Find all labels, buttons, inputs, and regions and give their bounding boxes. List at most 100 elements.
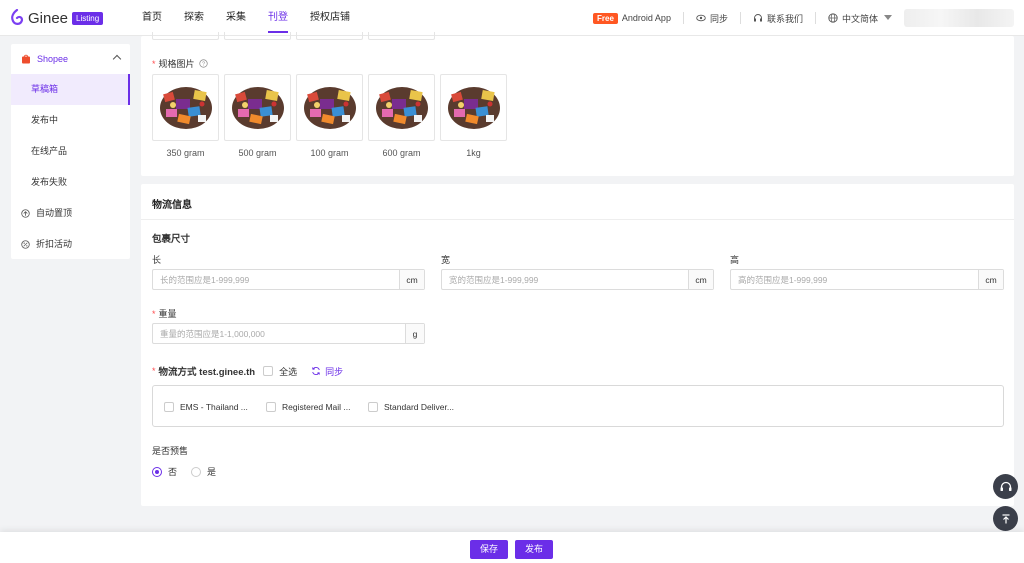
preorder-no-radio[interactable] (152, 466, 162, 477)
length-field: cm (152, 269, 425, 290)
sidebar-item-drafts[interactable]: 草稿箱 (11, 74, 130, 105)
discount-icon (21, 240, 30, 249)
spec-image[interactable] (296, 74, 363, 141)
publish-button[interactable]: 发布 (515, 540, 554, 559)
shipping-option-label: Registered Mail ... (282, 402, 351, 412)
headset-icon (1000, 481, 1011, 491)
image-box (152, 32, 219, 40)
width-input[interactable] (442, 270, 688, 289)
spec-image-item[interactable]: 1kg (440, 74, 507, 158)
select-all-checkbox[interactable] (263, 366, 274, 376)
height-unit: cm (978, 270, 1003, 289)
shipping-options-box: EMS - Thailand ... Registered Mail ... S… (152, 385, 1004, 427)
divider (814, 12, 816, 24)
weight-input[interactable] (153, 324, 405, 343)
help-icon[interactable]: ? (198, 59, 208, 68)
back-to-top-button[interactable] (993, 506, 1018, 531)
android-app-label: Android App (621, 13, 671, 23)
language-label: 中文简体 (841, 13, 878, 24)
required-mark: * (152, 309, 156, 319)
shipping-option[interactable]: Standard Deliver... (368, 402, 454, 412)
preorder-yes-label[interactable]: 是 (207, 465, 216, 478)
weight-label-row: * 重量 (152, 307, 177, 320)
weight-unit: g (405, 324, 424, 343)
height-label: 高 (730, 255, 740, 265)
image-box (296, 32, 363, 40)
shipping-option[interactable]: EMS - Thailand ... (164, 402, 248, 412)
sync-label: 同步 (709, 13, 728, 24)
divider (739, 12, 741, 24)
sidebar-item-publishing[interactable]: 发布中 (11, 105, 130, 136)
spec-images-label-row: * 规格图片 ? (152, 57, 208, 70)
nav-collect[interactable]: 采集 (226, 0, 246, 36)
nav-listing[interactable]: 刊登 (268, 0, 288, 36)
shipping-option-checkbox[interactable] (368, 402, 378, 412)
ginee-logo-icon (11, 9, 24, 25)
bump-up-icon (21, 209, 30, 218)
preorder-yes-radio[interactable] (191, 466, 202, 477)
product-image (231, 86, 284, 129)
width-field: cm (441, 269, 714, 290)
sidebar-item-auto-bump[interactable]: 自动置顶 (11, 198, 130, 229)
logo[interactable]: Ginee Listing (10, 9, 104, 27)
height-field: cm (730, 269, 1004, 290)
weight-field: g (152, 323, 425, 344)
height-input[interactable] (731, 270, 978, 289)
divider (682, 12, 684, 24)
image-box (368, 32, 435, 40)
headset-icon (753, 14, 762, 22)
spec-image[interactable] (440, 74, 507, 141)
previous-row-remnant (152, 32, 440, 40)
nav-home[interactable]: 首页 (142, 0, 162, 36)
discount-label: 折扣活动 (36, 239, 73, 249)
product-image (375, 86, 428, 129)
sidebar-item-publish-failed[interactable]: 发布失败 (11, 167, 130, 198)
sync-button[interactable]: 同步 (696, 12, 728, 25)
shipping-option[interactable]: Registered Mail ... (266, 402, 351, 412)
preorder-label: 是否预售 (152, 446, 189, 456)
spec-image-item[interactable]: 100 gram (296, 74, 363, 158)
spec-image-caption: 600 gram (382, 148, 421, 158)
chevron-up-icon (112, 54, 122, 64)
sidebar-item-discount[interactable]: 折扣活动 (11, 229, 130, 260)
length-unit: cm (399, 270, 424, 289)
nav-authorized-stores[interactable]: 授权店铺 (310, 0, 350, 36)
save-button[interactable]: 保存 (470, 540, 509, 559)
preorder-radio-group: 否 是 (152, 465, 216, 478)
top-right-menu: Free Android App 同步 联系我们 中文简体 (581, 0, 1014, 36)
shipping-option-label: EMS - Thailand ... (180, 402, 248, 412)
spec-images-label: 规格图片 (158, 59, 195, 69)
spec-image-item[interactable]: 600 gram (368, 74, 435, 158)
select-all-label[interactable]: 全选 (279, 365, 297, 378)
contact-us-button[interactable]: 联系我们 (753, 12, 803, 25)
spec-image-caption: 500 gram (238, 148, 277, 158)
spec-images-card: * 规格图片 ? 350 gram 500 gram 100 gram 600 … (141, 32, 1014, 176)
language-selector[interactable]: 中文简体 (828, 12, 892, 25)
sidebar-item-online-products[interactable]: 在线产品 (11, 136, 130, 167)
shipping-method-label: 物流方式 test.ginee.th (158, 367, 256, 378)
image-box (224, 32, 291, 40)
spec-image[interactable] (368, 74, 435, 141)
shipping-sync-button[interactable]: 同步 (311, 365, 343, 378)
width-unit: cm (688, 270, 713, 289)
sidebar-platform-shopee[interactable]: Shopee (11, 44, 130, 74)
shipping-option-checkbox[interactable] (164, 402, 174, 412)
customer-service-button[interactable] (993, 474, 1018, 499)
logo-text: Ginee (28, 9, 69, 27)
shipping-option-checkbox[interactable] (266, 402, 276, 412)
shipping-sync-label: 同步 (325, 366, 344, 377)
preorder-no-label[interactable]: 否 (168, 465, 177, 478)
spec-image-item[interactable]: 500 gram (224, 74, 291, 158)
arrow-up-icon (1002, 513, 1009, 523)
spec-image-item[interactable]: 350 gram (152, 74, 219, 158)
user-account-blurred[interactable] (904, 9, 1014, 27)
product-image (447, 86, 500, 129)
spec-image[interactable] (224, 74, 291, 141)
spec-image[interactable] (152, 74, 219, 141)
nav-explore[interactable]: 探索 (184, 0, 204, 36)
android-app-link[interactable]: Free Android App (593, 12, 671, 24)
top-bar: Ginee Listing 首页 探索 采集 刊登 授权店铺 Free Andr… (0, 0, 1024, 36)
length-input[interactable] (153, 270, 399, 289)
sidebar: Shopee 草稿箱 发布中 在线产品 发布失败 自动置顶 折扣活动 (11, 44, 130, 259)
action-footer: 保存 发布 (0, 532, 1024, 563)
